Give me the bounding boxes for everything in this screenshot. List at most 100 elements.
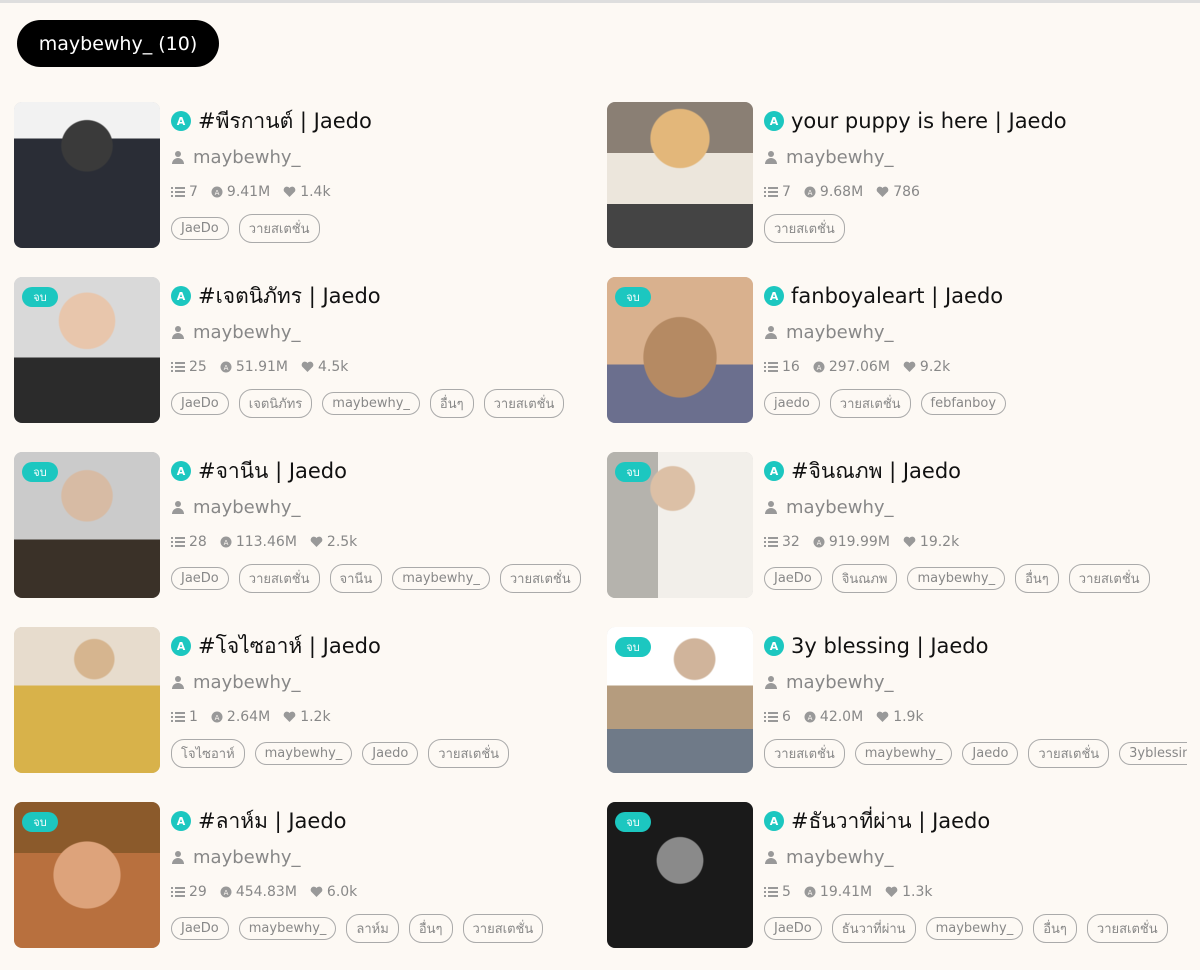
svg-text:A: A [223,539,228,547]
tag-chip[interactable]: JaeDo [764,566,822,590]
novel-title[interactable]: #เจตนิภัทร | Jaedo [198,280,381,313]
tag-chip[interactable]: JaeDo [171,916,229,940]
cover-image[interactable]: จบ [14,802,160,948]
svg-text:A: A [808,189,813,197]
tag-chip[interactable]: วายสเตชั่น [238,213,320,243]
tag-chip[interactable]: อื่นๆ [1015,563,1059,593]
author-name[interactable]: maybewhy_ [786,497,894,518]
novel-title[interactable]: 3y blessing | Jaedo [791,634,989,658]
view-count: 113.46M [235,534,297,550]
tag-chip[interactable]: วายสเตชั่น [238,563,320,593]
user-icon [171,675,185,689]
tag-chip[interactable]: ธันวาที่ผ่าน [831,913,916,943]
tag-chip[interactable]: maybewhy_ [854,741,953,765]
tag-chip[interactable]: maybewhy_ [392,566,490,590]
author-filter-chip[interactable]: maybewhy_ (10) [17,20,219,67]
completed-badge: จบ [22,812,58,832]
tag-chip[interactable]: maybewhy_ [925,916,1024,940]
novel-title[interactable]: #โจไซอาห์ | Jaedo [198,630,381,663]
cover-image[interactable] [607,102,753,248]
cover-image[interactable]: จบ [14,452,160,598]
readawrite-icon: A [171,286,191,306]
episode-count: 6 [782,709,791,725]
author-name[interactable]: maybewhy_ [193,497,301,518]
novel-card-8[interactable]: จบ A 3y blessing | Jaedo maybewhy_ 6 A 4… [607,627,1200,773]
tag-chip[interactable]: วายสเตชั่น [462,913,544,943]
cover-image[interactable] [14,627,160,773]
tag-chip[interactable]: jaedo [764,391,820,415]
novel-title[interactable]: #ลาห์ม | Jaedo [198,805,347,838]
tag-chip[interactable]: Jaedo [962,741,1019,765]
tag-chip[interactable]: febfanboy [920,391,1007,415]
novel-title[interactable]: #ธันวาที่ผ่าน | Jaedo [791,805,990,838]
novel-card-2[interactable]: A your puppy is here | Jaedo maybewhy_ 7… [607,102,1200,248]
tag-chip[interactable]: Jaedo [362,741,419,765]
view-count: 919.99M [828,534,890,550]
tag-chip[interactable]: วายสเตชั่น [1086,913,1168,943]
tag-chip[interactable]: JaeDo [764,916,822,940]
tag-chip[interactable]: โจไซอาห์ [171,738,245,768]
cover-image[interactable]: จบ [607,802,753,948]
novel-card-5[interactable]: จบ A #จานีน | Jaedo maybewhy_ 28 A 113.4… [14,452,607,598]
author-name[interactable]: maybewhy_ [193,672,301,693]
novel-card-10[interactable]: จบ A #ธันวาที่ผ่าน | Jaedo maybewhy_ 5 A… [607,802,1200,948]
user-icon [764,500,778,514]
cover-image[interactable]: จบ [607,627,753,773]
like-count: 1.2k [300,709,331,725]
tag-chip[interactable]: วายสเตชั่น [1028,738,1110,768]
tag-chip[interactable]: วายสเตชั่น [499,563,581,593]
tag-chip[interactable]: วายสเตชั่น [1068,563,1150,593]
like-count: 1.9k [893,709,924,725]
tag-chip[interactable]: maybewhy_ [254,741,353,765]
novel-title[interactable]: #จินณภพ | Jaedo [791,455,961,488]
user-icon [764,325,778,339]
list-icon [764,362,778,372]
author-name[interactable]: maybewhy_ [786,322,894,343]
novel-title[interactable]: #พีรกานต์ | Jaedo [198,105,372,138]
author-name[interactable]: maybewhy_ [786,672,894,693]
novel-card-7[interactable]: A #โจไซอาห์ | Jaedo maybewhy_ 1 A 2.64M [14,627,607,773]
cover-image[interactable]: จบ [607,277,753,423]
tag-chip[interactable]: วายสเตชั่น [764,738,845,768]
author-name[interactable]: maybewhy_ [193,847,301,868]
tag-chip[interactable]: maybewhy_ [238,916,337,940]
tag-chip[interactable]: อื่นๆ [429,388,474,418]
tag-chip[interactable]: JaeDo [171,566,229,590]
novel-card-6[interactable]: จบ A #จินณภพ | Jaedo maybewhy_ 32 A 919.… [607,452,1200,598]
tag-chip[interactable]: วายสเตชั่น [428,738,510,768]
tag-chip[interactable]: วายสเตชั่น [764,213,845,243]
cover-image[interactable]: จบ [14,277,160,423]
novel-card-1[interactable]: A #พีรกานต์ | Jaedo maybewhy_ 7 A 9.41M [14,102,607,248]
view-count: 42.0M [819,709,864,725]
novel-title[interactable]: fanboyaleart | Jaedo [791,284,1003,308]
tag-chip[interactable]: จานีน [329,563,383,593]
tag-chip[interactable]: อื่นๆ [1033,913,1077,943]
tag-chip[interactable]: วายสเตชั่น [483,388,565,418]
novel-title[interactable]: your puppy is here | Jaedo [791,109,1067,133]
tag-chip[interactable]: maybewhy_ [907,566,1006,590]
tag-chip[interactable]: JaeDo [171,216,229,240]
cover-image[interactable]: จบ [607,452,753,598]
tag-chip[interactable]: ลาห์ม [346,913,399,943]
tag-chip[interactable]: JaeDo [171,391,229,415]
svg-text:A: A [223,364,228,372]
cover-image[interactable] [14,102,160,248]
author-name[interactable]: maybewhy_ [193,322,301,343]
completed-badge: จบ [615,462,651,482]
views-icon: A [211,186,223,198]
tag-chip[interactable]: อื่นๆ [408,913,453,943]
author-name[interactable]: maybewhy_ [786,847,894,868]
author-name[interactable]: maybewhy_ [193,147,301,168]
novel-card-9[interactable]: จบ A #ลาห์ม | Jaedo maybewhy_ 29 A 454.8… [14,802,607,948]
tag-chip[interactable]: จินณภพ [831,563,898,593]
novel-card-3[interactable]: จบ A #เจตนิภัทร | Jaedo maybewhy_ 25 A 5… [14,277,607,423]
novel-title[interactable]: #จานีน | Jaedo [198,455,347,488]
view-count: 297.06M [828,359,890,375]
tag-chip[interactable]: เจตนิภัทร [238,388,313,418]
view-count: 9.41M [226,184,271,200]
author-name[interactable]: maybewhy_ [786,147,894,168]
novel-card-4[interactable]: จบ A fanboyaleart | Jaedo maybewhy_ 16 A… [607,277,1200,423]
tag-chip[interactable]: maybewhy_ [322,391,420,415]
tag-chip[interactable]: 3yblessing [1119,741,1187,765]
tag-chip[interactable]: วายสเตชั่น [829,388,911,418]
